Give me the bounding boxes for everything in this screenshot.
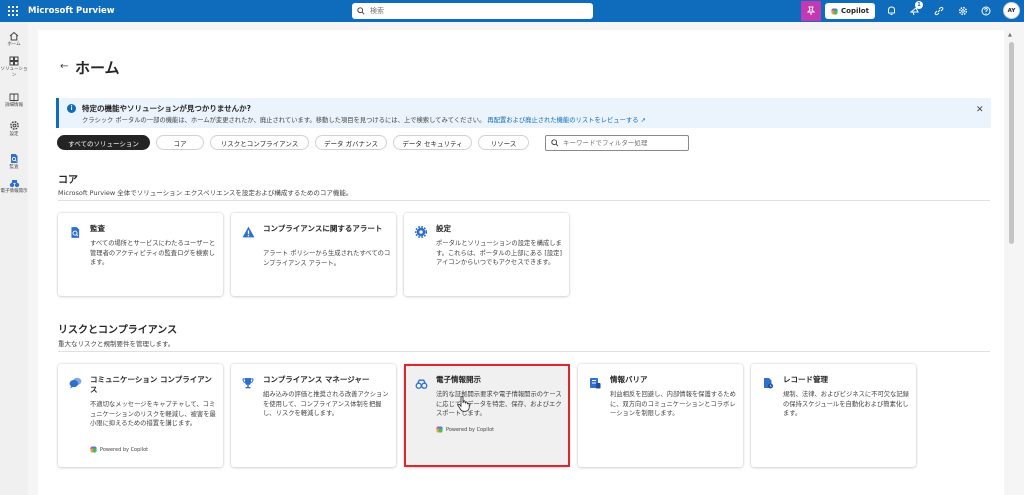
- audit-icon: [68, 225, 82, 239]
- pill-risk-compliance[interactable]: リスクとコンプライアンス: [210, 135, 309, 150]
- left-nav: ホーム ソリューション 詳細情報 設定 監査 電子情報開示: [0, 22, 28, 495]
- card-settings[interactable]: 設定 ポータルとソリューションの設定を構成します。これらは、ポータルの上部にある…: [404, 213, 569, 296]
- barrier-icon: [588, 376, 602, 390]
- scroll-up-icon[interactable]: ▲: [1008, 32, 1012, 38]
- banner-text: クラシック ポータルの一部の機能は、ホームが変更されたか、廃止されています。移動…: [82, 115, 646, 124]
- section-title-risk: リスクとコンプライアンス: [58, 325, 178, 336]
- nav-label: 監査: [9, 165, 19, 170]
- link-icon[interactable]: [932, 4, 946, 18]
- nav-item-settings[interactable]: 設定: [0, 120, 28, 138]
- card-title: 監査: [90, 224, 105, 233]
- pill-data-governance[interactable]: データ ガバナンス: [315, 135, 387, 150]
- copilot-button[interactable]: Copilot: [825, 3, 875, 19]
- card-audit[interactable]: 監査 すべての場所とサービスにわたるユーザーと管理者のアクティビティの監査ログを…: [58, 213, 223, 296]
- powered-by-copilot: Powered by Copilot: [90, 446, 148, 453]
- warning-icon: [241, 225, 255, 239]
- nav-label: ホーム: [7, 42, 21, 47]
- copilot-label: Copilot: [841, 7, 869, 15]
- nav-item-audit[interactable]: 監査: [0, 153, 28, 171]
- external-link-icon: ↗: [640, 117, 646, 124]
- card-description: アラート ポリシーから生成されたすべてのコンプライアンス アラート。: [263, 250, 391, 267]
- back-arrow-icon[interactable]: ←: [60, 61, 68, 72]
- powered-label: Powered by Copilot: [100, 446, 149, 453]
- banner-link-label: 再配置および廃止された機能のリストをレビューする: [487, 117, 639, 124]
- gear-icon: [414, 225, 428, 239]
- info-icon: i: [67, 104, 76, 113]
- nav-item-solutions[interactable]: ソリューション: [0, 56, 28, 79]
- pill-core[interactable]: コア: [156, 135, 204, 150]
- copilot-pin-icon[interactable]: [801, 1, 821, 21]
- card-compliance-manager[interactable]: コンプライアンス マネージャー 組み込みの評価と推奨される改善アクションを使用し…: [231, 364, 396, 467]
- close-icon[interactable]: ✕: [976, 105, 984, 115]
- nav-item-ediscovery[interactable]: 電子情報開示: [0, 178, 28, 195]
- page-title: ホーム: [75, 59, 120, 77]
- section-divider: [58, 200, 990, 201]
- card-title: コミュニケーション コンプライアンス: [90, 375, 212, 394]
- keyword-filter-input[interactable]: [563, 139, 683, 147]
- pill-data-security[interactable]: データ セキュリティ: [393, 135, 472, 150]
- info-banner: i 特定の機能やソリューションが見つかりませんか? クラシック ポータルの一部の…: [56, 98, 991, 128]
- gear-icon[interactable]: [956, 4, 970, 18]
- help-icon[interactable]: [979, 4, 993, 18]
- card-description: 利益相反を回避し、内部情報を保護するために、双方向のコミュニケーションとコラボレ…: [610, 391, 736, 417]
- nav-item-home[interactable]: ホーム: [0, 31, 28, 48]
- filter-pills: すべてのソリューション コア リスクとコンプライアンス データ ガバナンス デー…: [57, 135, 535, 151]
- bell-icon[interactable]: [884, 4, 898, 18]
- audit-icon: [11, 154, 18, 163]
- ediscovery-icon: [9, 180, 19, 188]
- section-title-core: コア: [58, 175, 78, 186]
- card-description: 組み込みの評価と推奨される改善アクションを使用して、コンプライアンス体制を把握し…: [263, 391, 389, 417]
- nav-label: 設定: [9, 132, 19, 137]
- global-search[interactable]: [352, 3, 593, 19]
- announcements-icon[interactable]: 1: [908, 1, 923, 18]
- records-icon: [761, 376, 775, 390]
- selection-highlight: [404, 364, 570, 467]
- card-description: すべての場所とサービスにわたるユーザーと管理者のアクティビティの監査ログを検索し…: [90, 240, 216, 266]
- card-description: 不適切なメッセージをキャプチャして、コミュニケーションのリスクを軽減し、被害を最…: [90, 401, 216, 427]
- nav-label: ソリューション: [0, 67, 28, 78]
- hand-cursor-icon: [457, 396, 470, 412]
- pill-all-solutions[interactable]: すべてのソリューション: [57, 135, 150, 150]
- section-subtitle-core: Microsoft Purview 全体でソリューション エクスペリエンスを設定…: [58, 189, 353, 197]
- chat-icon: [68, 376, 82, 390]
- pill-resources[interactable]: リソース: [478, 135, 529, 150]
- card-compliance-alerts[interactable]: コンプライアンスに関するアラート アラート ポリシーから生成されたすべてのコンプ…: [231, 213, 396, 296]
- nav-item-learn[interactable]: 詳細情報: [0, 92, 28, 109]
- trophy-icon: [241, 376, 255, 390]
- top-bar: Microsoft Purview Copilot 1 AY: [0, 0, 1024, 22]
- keyword-filter[interactable]: [545, 135, 689, 151]
- banner-message: クラシック ポータルの一部の機能は、ホームが変更されたか、廃止されています。移動…: [82, 117, 486, 124]
- solutions-icon: [9, 56, 19, 66]
- home-icon: [9, 31, 19, 41]
- nav-label: 電子情報開示: [0, 189, 28, 194]
- banner-title: 特定の機能やソリューションが見つかりませんか?: [82, 104, 251, 113]
- scrollbar[interactable]: ▲: [1008, 30, 1016, 495]
- card-title: 情報バリア: [610, 375, 648, 384]
- card-title: コンプライアンス マネージャー: [263, 375, 370, 384]
- card-information-barriers[interactable]: 情報バリア 利益相反を回避し、内部情報を保護するために、双方向のコミュニケーショ…: [578, 364, 743, 467]
- notification-badge: 1: [915, 1, 923, 9]
- scrollbar-thumb[interactable]: [1009, 42, 1014, 244]
- card-communication-compliance[interactable]: コミュニケーション コンプライアンス 不適切なメッセージをキャプチャして、コミュ…: [58, 364, 223, 467]
- card-title: コンプライアンスに関するアラート: [263, 224, 383, 233]
- card-description: 規制、法律、およびビジネスに不可欠な記録の保持スケジュールを自動化および簡素化し…: [783, 391, 909, 417]
- card-title: レコード管理: [783, 375, 828, 384]
- avatar[interactable]: AY: [1003, 2, 1020, 19]
- learn-icon: [9, 93, 19, 102]
- card-records-management[interactable]: レコード管理 規制、法律、およびビジネスに不可欠な記録の保持スケジュールを自動化…: [751, 364, 916, 467]
- copilot-icon: [831, 7, 838, 15]
- search-icon: [357, 7, 365, 15]
- section-subtitle-risk: 重大なリスクと規制要件を管理します。: [58, 340, 175, 348]
- global-search-input[interactable]: [370, 7, 570, 15]
- app-launcher-icon[interactable]: [4, 2, 22, 20]
- copilot-icon: [90, 446, 97, 453]
- search-icon: [551, 139, 559, 147]
- nav-label: 詳細情報: [5, 103, 23, 108]
- gear-icon: [9, 121, 19, 130]
- card-title: 設定: [436, 224, 451, 233]
- section-divider: [58, 351, 990, 352]
- app-title[interactable]: Microsoft Purview: [28, 6, 115, 16]
- card-description: ポータルとソリューションの設定を構成します。これらは、ポータルの上部にある [設…: [436, 240, 562, 266]
- banner-link[interactable]: 再配置および廃止された機能のリストをレビューする ↗: [487, 117, 645, 124]
